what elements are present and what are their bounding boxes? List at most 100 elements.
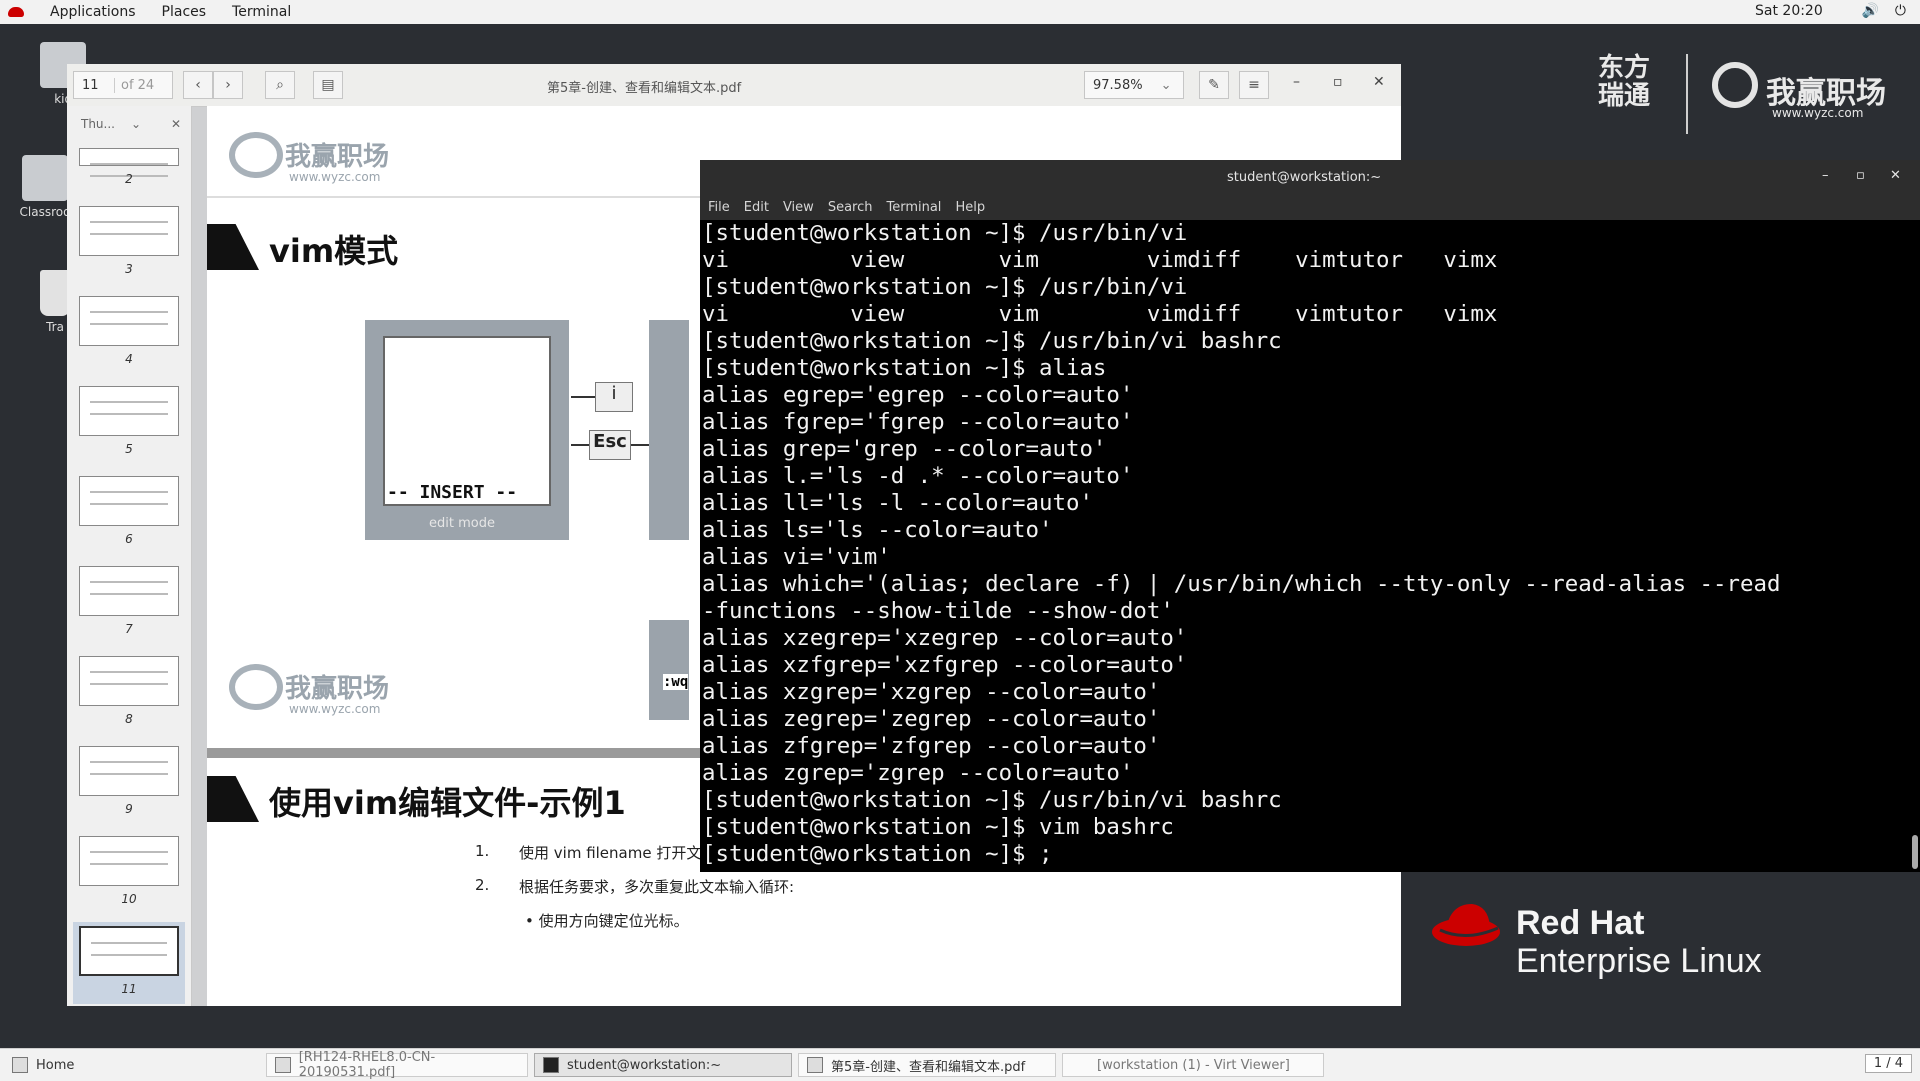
thumbnail-number: 10 xyxy=(121,892,137,906)
terminal-line: alias xzfgrep='xzfgrep --color=auto' xyxy=(702,652,1188,678)
taskbar-item-terminal[interactable]: student@workstation:~ xyxy=(534,1053,792,1077)
home-folder-icon xyxy=(12,1057,28,1073)
menu-view[interactable]: View xyxy=(783,200,814,215)
volume-icon[interactable]: 🔊 xyxy=(1861,3,1878,19)
title-flag-icon xyxy=(207,776,259,822)
thumbnail-current[interactable] xyxy=(79,926,179,976)
thumbnail[interactable] xyxy=(79,656,179,706)
close-button[interactable]: ✕ xyxy=(1373,74,1385,90)
page-number-field[interactable]: 11 of 24 xyxy=(73,71,173,99)
thumbnail[interactable] xyxy=(79,148,179,177)
desktop-icon-label: Classroo xyxy=(19,205,71,219)
close-sidebar-button[interactable]: ✕ xyxy=(171,117,181,131)
menu-terminal[interactable]: Terminal xyxy=(886,200,941,215)
zoom-value: 97.58% xyxy=(1093,77,1143,93)
document-icon: ▤ xyxy=(321,77,335,93)
insert-mode-screen: -- INSERT -- xyxy=(383,336,551,506)
taskbar-label: [RH124-RHEL8.0-CN-20190531.pdf] xyxy=(298,1050,436,1080)
step-bullet: • 使用方向键定位光标。 xyxy=(525,912,689,930)
terminal-output[interactable]: [student@workstation ~]$ /usr/bin/vi vi v… xyxy=(700,220,1920,872)
taskbar-item-virt-viewer[interactable]: [workstation (1) - Virt Viewer] xyxy=(1062,1053,1324,1077)
terminal-line: alias vi='vim' xyxy=(702,544,891,570)
places-menu[interactable]: Places xyxy=(162,4,207,20)
workspace-switcher[interactable]: 1 / 4 xyxy=(1864,1054,1912,1073)
maximize-button[interactable]: ▫ xyxy=(1333,74,1343,90)
zoom-select[interactable]: 97.58% ⌄ xyxy=(1084,71,1184,99)
chevron-down-icon[interactable]: ⌄ xyxy=(131,117,141,131)
terminal-icon xyxy=(543,1057,559,1073)
title-flag-icon xyxy=(207,224,259,270)
taskbar: Home [RH124-RHEL8.0-CN-20190531.pdf] stu… xyxy=(0,1048,1920,1081)
maximize-button[interactable]: ▫ xyxy=(1856,168,1865,183)
thumbnail[interactable] xyxy=(79,746,179,796)
redhat-title: Red Hat xyxy=(1516,904,1645,942)
thumbnail[interactable] xyxy=(79,476,179,526)
taskbar-home[interactable]: Home xyxy=(4,1053,260,1077)
wyzc-brand-url: www.wyzc.com xyxy=(1772,106,1864,120)
power-icon[interactable]: ⏻ xyxy=(1895,3,1906,19)
close-button[interactable]: ✕ xyxy=(1890,168,1901,183)
menu-edit[interactable]: Edit xyxy=(744,200,769,215)
thumbnail[interactable] xyxy=(79,836,179,886)
minimize-button[interactable]: – xyxy=(1822,168,1829,183)
terminal-line: alias which='(alias; declare -f) | /usr/… xyxy=(702,571,1781,597)
applications-menu[interactable]: Applications xyxy=(50,4,136,20)
terminal-line: alias zgrep='zgrep --color=auto' xyxy=(702,760,1134,786)
page-view-button[interactable]: ▤ xyxy=(313,71,343,99)
annotate-button[interactable]: ✎ xyxy=(1199,71,1229,99)
file-icon xyxy=(22,155,68,201)
hamburger-menu-button[interactable]: ≡ xyxy=(1239,71,1269,99)
menu-icon: ≡ xyxy=(1248,77,1260,93)
terminal-line: [student@workstation ~]$ alias xyxy=(702,355,1107,381)
minimize-button[interactable]: – xyxy=(1293,74,1300,90)
page-total-label: of 24 xyxy=(114,77,154,93)
terminal-line: [student@workstation ~]$ /usr/bin/vi bas… xyxy=(702,787,1282,813)
terminal-title: student@workstation:~ xyxy=(1227,170,1382,185)
prev-page-button[interactable]: ‹ xyxy=(183,71,213,99)
thumbnail-sidebar: Thu... ⌄ ✕ 2 3 4 5 6 7 8 9 10 11 xyxy=(67,106,192,1006)
terminal-menubar: File Edit View Search Terminal Help xyxy=(700,194,1920,220)
brand-divider xyxy=(1686,54,1688,134)
taskbar-item-rh124-pdf[interactable]: [RH124-RHEL8.0-CN-20190531.pdf] xyxy=(266,1050,528,1080)
thumbnail[interactable] xyxy=(79,386,179,436)
pdf-icon xyxy=(275,1057,291,1073)
terminal-line: alias ll='ls -l --color=auto' xyxy=(702,490,1093,516)
wyzc-brand-icon xyxy=(1712,62,1758,108)
taskbar-label: [workstation (1) - Virt Viewer] xyxy=(1097,1057,1290,1073)
sidebar-mode-select[interactable]: Thu... xyxy=(81,117,115,131)
watermark-url: www.wyzc.com xyxy=(289,702,381,716)
key-esc: Esc xyxy=(589,430,631,460)
menu-help[interactable]: Help xyxy=(955,200,985,215)
terminal-line: alias xzegrep='xzegrep --color=auto' xyxy=(702,625,1188,651)
menu-search[interactable]: Search xyxy=(828,200,873,215)
step-number: 1. xyxy=(475,842,490,860)
clock[interactable]: Sat 20:20 xyxy=(1755,3,1823,19)
thumbnail-number: 2 xyxy=(125,172,133,186)
trash-icon xyxy=(40,270,70,316)
terminal-line: [student@workstation ~]$ ; xyxy=(702,841,1053,867)
terminal-scrollbar[interactable] xyxy=(1912,835,1918,869)
terminal-line: alias egrep='egrep --color=auto' xyxy=(702,382,1134,408)
watermark-logo-icon xyxy=(229,664,283,710)
terminal-menu[interactable]: Terminal xyxy=(232,4,291,20)
pdf-titlebar: 11 of 24 ‹ › ⌕ ▤ 第5章-创建、查看和编辑文本.pdf 97.5… xyxy=(67,64,1401,107)
page-number-value[interactable]: 11 xyxy=(82,78,114,93)
thumbnail[interactable] xyxy=(79,566,179,616)
redhat-logo-icon xyxy=(8,7,24,17)
thumbnail[interactable] xyxy=(79,296,179,346)
thumbnail-number: 3 xyxy=(125,262,133,276)
slide-title: 使用vim编辑文件-示例1 xyxy=(269,784,626,822)
thumbnail-number: 8 xyxy=(125,712,133,726)
search-button[interactable]: ⌕ xyxy=(265,71,295,99)
dfrt-logo: 东方 瑞通 xyxy=(1598,53,1651,111)
search-icon: ⌕ xyxy=(276,77,284,93)
pdf-icon xyxy=(807,1057,823,1073)
thumbnail[interactable] xyxy=(79,206,179,256)
taskbar-item-chapter5-pdf[interactable]: 第5章-创建、查看和编辑文本.pdf xyxy=(798,1053,1056,1077)
terminal-line: alias fgrep='fgrep --color=auto' xyxy=(702,409,1134,435)
slide-title: vim模式 xyxy=(269,232,399,270)
menu-file[interactable]: File xyxy=(708,200,730,215)
thumbnail-number: 6 xyxy=(125,532,133,546)
next-page-button[interactable]: › xyxy=(213,71,243,99)
terminal-line: [student@workstation ~]$ vim bashrc xyxy=(702,814,1174,840)
